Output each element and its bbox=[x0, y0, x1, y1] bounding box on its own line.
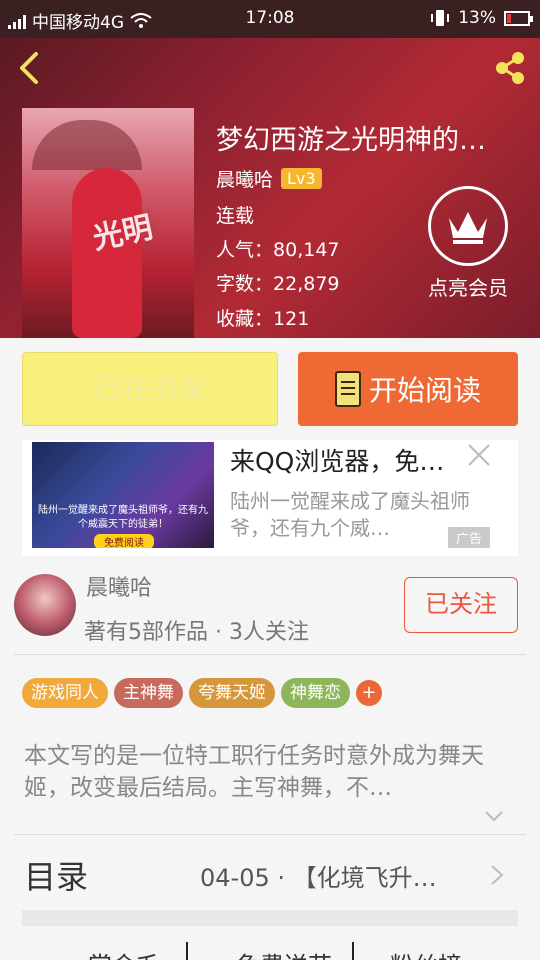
words-value: 22,879 bbox=[273, 273, 340, 295]
favorites-value: 121 bbox=[273, 308, 310, 330]
book-icon bbox=[334, 371, 361, 407]
start-reading-button[interactable]: 开始阅读 bbox=[298, 352, 518, 426]
cover-umbrella-art bbox=[32, 120, 142, 170]
status-right: 13% bbox=[430, 8, 533, 28]
bottom-tabs: 赏金毛 免费送花 粉丝榜 bbox=[0, 940, 540, 960]
favorites-label: 收藏 bbox=[216, 308, 255, 330]
tab-separator bbox=[186, 942, 188, 960]
add-tag-button[interactable]: + bbox=[356, 680, 382, 706]
divider bbox=[14, 654, 526, 655]
section-spacer bbox=[22, 910, 518, 926]
tag-chip[interactable]: 游戏同人 bbox=[22, 678, 108, 708]
book-author[interactable]: 晨曦哈 bbox=[216, 165, 273, 192]
book-title: 梦幻西游之光明神的… bbox=[216, 125, 486, 156]
chevron-right-icon[interactable] bbox=[490, 864, 504, 886]
start-reading-label: 开始阅读 bbox=[368, 374, 481, 407]
ad-banner[interactable]: 陆州一觉醒来成了魔头祖师爷，还有九个威震天下的徒弟！ 免费阅读 来QQ浏览器，免… bbox=[22, 440, 518, 556]
tab-free-flowers[interactable]: 免费送花 bbox=[236, 946, 332, 960]
close-icon[interactable] bbox=[466, 442, 492, 468]
author-stats: 著有5部作品 · 3人关注 bbox=[84, 620, 309, 645]
popularity-label: 人气 bbox=[216, 239, 255, 261]
serial-status: 连载 bbox=[216, 205, 255, 227]
word-count-row: 字数：22,879 bbox=[216, 273, 340, 295]
ad-label: 广告 bbox=[447, 527, 490, 548]
favorites-row: 收藏：121 bbox=[216, 308, 310, 330]
level-badge: Lv3 bbox=[281, 168, 322, 189]
book-header: 光明 梦幻西游之光明神的… 晨曦哈 Lv3 连载 人气：80,147 字数：22… bbox=[0, 38, 540, 338]
toc-label[interactable]: 目录 bbox=[24, 852, 88, 898]
vip-button[interactable]: 点亮会员 bbox=[420, 186, 516, 301]
popularity-row: 人气：80,147 bbox=[216, 239, 340, 261]
popularity-value: 80,147 bbox=[273, 239, 340, 261]
author-name[interactable]: 晨曦哈 bbox=[86, 570, 152, 602]
words-label: 字数 bbox=[216, 273, 255, 295]
author-avatar[interactable] bbox=[14, 574, 76, 636]
ad-image-caption: 陆州一觉醒来成了魔头祖师爷，还有九个威震天下的徒弟！ bbox=[38, 505, 208, 530]
battery-icon bbox=[504, 10, 533, 26]
battery-percent: 13% bbox=[458, 8, 496, 28]
share-icon[interactable] bbox=[490, 48, 530, 88]
synopsis-text[interactable]: 本文写的是一位特工职行任务时意外成为舞天姬，改变最后结局。主写神舞，不… bbox=[24, 740, 518, 804]
tag-chip[interactable]: 夸舞天姬 bbox=[189, 678, 275, 708]
book-cover[interactable]: 光明 bbox=[22, 108, 194, 338]
followed-button[interactable]: 已关注 bbox=[404, 577, 518, 633]
ad-title: 来QQ浏览器，免… bbox=[230, 447, 445, 476]
chevron-down-icon[interactable] bbox=[484, 810, 504, 822]
divider bbox=[14, 834, 526, 835]
tag-chip[interactable]: 主神舞 bbox=[114, 678, 183, 708]
tab-fan-ranking[interactable]: 粉丝榜 bbox=[390, 946, 462, 960]
tag-list: 游戏同人 主神舞 夸舞天姬 神舞恋 + bbox=[22, 678, 382, 708]
tab-separator bbox=[352, 942, 354, 960]
tab-reward[interactable]: 赏金毛 bbox=[88, 946, 160, 960]
vip-label: 点亮会员 bbox=[428, 276, 508, 300]
ad-image-button: 免费阅读 bbox=[94, 534, 154, 548]
status-bar: 中国移动4G 17:08 13% bbox=[0, 0, 540, 38]
crown-icon bbox=[428, 186, 508, 266]
ad-image[interactable]: 陆州一觉醒来成了魔头祖师爷，还有九个威震天下的徒弟！ 免费阅读 bbox=[32, 442, 214, 548]
back-icon[interactable] bbox=[12, 50, 48, 86]
in-shelf-button[interactable]: 已在书架 bbox=[22, 352, 278, 426]
toc-latest-chapter[interactable]: 04-05 · 【化境飞升… bbox=[200, 858, 485, 893]
author-row: 晨曦哈 Lv3 bbox=[216, 165, 322, 192]
vibrate-icon bbox=[431, 10, 450, 26]
tag-chip[interactable]: 神舞恋 bbox=[281, 678, 350, 708]
